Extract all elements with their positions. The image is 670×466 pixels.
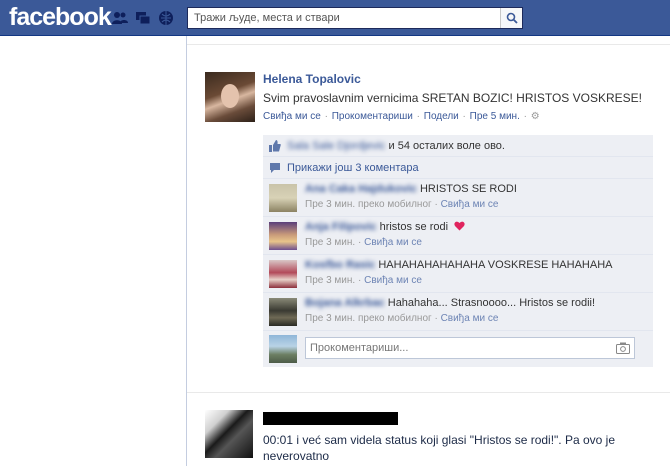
friend-requests-icon[interactable] [112,10,128,26]
story-body: Helena Topalovic Svim pravoslavnim verni… [263,72,653,122]
sidebar-divider [186,36,187,466]
comment-text: HAHAHAHAHAHAHA VOSKRESE HAHAHAHA [378,259,613,271]
comment-text: hristos se rodi [379,221,449,233]
comment-like-link[interactable]: Свиђа ми се [364,275,422,286]
comment-item: Kosfbo Rasic HAHAHAHAHAHAHA VOSKRESE HAH… [263,255,653,293]
viewer-avatar [269,335,297,363]
likes-text: Sala Sale Djordjevic и 54 осталих воле о… [287,140,505,152]
camera-icon[interactable] [616,342,630,354]
comment-text: Hahahaha... Strasnoooo... Hristos se rod… [387,297,596,309]
comment-bubble-icon [269,162,281,174]
story-divider [187,392,670,393]
search-button[interactable] [500,8,522,28]
share-link[interactable]: Подели [424,111,459,122]
author-avatar[interactable] [205,72,255,122]
comment-like-link[interactable]: Свиђа ми се [364,237,422,248]
comment-time[interactable]: Пре 3 мин. [305,237,355,248]
comment-via: преко мобилног [357,199,432,210]
comment-via: преко мобилног [357,313,432,324]
comment-body: Ana Caka Hajdukovic HRISTOS SE RODI Пре … [305,183,645,210]
commenter-avatar[interactable] [269,184,297,212]
facebook-logo[interactable]: facebook [9,3,112,32]
timestamp-link[interactable]: Пре 5 мин. [470,111,520,122]
author-avatar[interactable] [205,410,253,458]
view-more-row[interactable]: Прикажи још 3 коментара [263,157,653,179]
messages-icon[interactable] [135,10,151,26]
comment-like-link[interactable]: Свиђа ми се [441,199,499,210]
search-input[interactable] [188,8,498,28]
commenter-name[interactable]: Kosfbo Rasic [305,259,375,271]
story-message: 00:01 i već sam videla status koji glasi… [263,433,616,463]
comment-input-box [305,337,635,359]
comment-composer [263,331,653,367]
story-message: Svim pravoslavnim vernicima SRETAN BOZIC… [263,91,642,105]
feed-top-divider [187,44,670,45]
notifications-icon[interactable] [158,10,174,26]
comment-body: Bojana Alkrbac Hahahaha... Strasnoooo...… [305,297,645,324]
comment-input[interactable] [306,338,606,358]
comment-meta: Пре 3 мин. преко мобилног · Свиђа ми се [305,313,499,324]
comment-body: Kosfbo Rasic HAHAHAHAHAHAHA VOSKRESE HAH… [305,259,645,286]
comment-time[interactable]: Пре 3 мин. [305,199,355,210]
thumbs-up-icon [269,140,281,152]
privacy-icon[interactable]: ⚙ [531,111,540,122]
search-box [187,7,523,29]
story-actions: Свиђа ми се · Прокоментариши · Подели · … [263,111,540,122]
top-bar: facebook [0,0,670,36]
comment-meta: Пре 3 мин. · Свиђа ми се [305,237,422,248]
redacted-author-name [263,412,398,425]
comment-link[interactable]: Прокоментариши [332,111,413,122]
comment-like-link[interactable]: Свиђа ми се [441,313,499,324]
commenter-name[interactable]: Ana Caka Hajdukovic [305,183,417,195]
commenter-avatar[interactable] [269,298,297,326]
commenter-avatar[interactable] [269,222,297,250]
liker-name[interactable]: Sala Sale Djordjevic [287,140,385,152]
view-more-comments-link[interactable]: Прикажи још 3 коментара [287,162,419,174]
heart-icon [454,221,465,231]
search-icon [506,12,518,24]
comment-meta: Пре 3 мин. · Свиђа ми се [305,275,422,286]
author-name[interactable]: Helena Topalovic [263,72,653,86]
commenter-name[interactable]: Anja Filipovic [305,221,377,233]
comment-item: Anja Filipovic hristos se rodi Пре 3 мин… [263,217,653,255]
comment-item: Ana Caka Hajdukovic HRISTOS SE RODI Пре … [263,179,653,217]
comment-time[interactable]: Пре 3 мин. [305,275,355,286]
comment-text: HRISTOS SE RODI [419,183,517,195]
likes-row: Sala Sale Djordjevic и 54 осталих воле о… [263,135,653,157]
comment-meta: Пре 3 мин. преко мобилног · Свиђа ми се [305,199,499,210]
commenter-avatar[interactable] [269,260,297,288]
commenter-name[interactable]: Bojana Alkrbac [305,297,385,309]
comment-time[interactable]: Пре 3 мин. [305,313,355,324]
like-link[interactable]: Свиђа ми се [263,111,321,122]
comment-body: Anja Filipovic hristos se rodi Пре 3 мин… [305,221,645,248]
comment-item: Bojana Alkrbac Hahahaha... Strasnoooo...… [263,293,653,331]
ufi-box: Sala Sale Djordjevic и 54 осталих воле о… [263,135,653,367]
likes-count-text[interactable]: и 54 осталих воле ово. [389,140,505,152]
